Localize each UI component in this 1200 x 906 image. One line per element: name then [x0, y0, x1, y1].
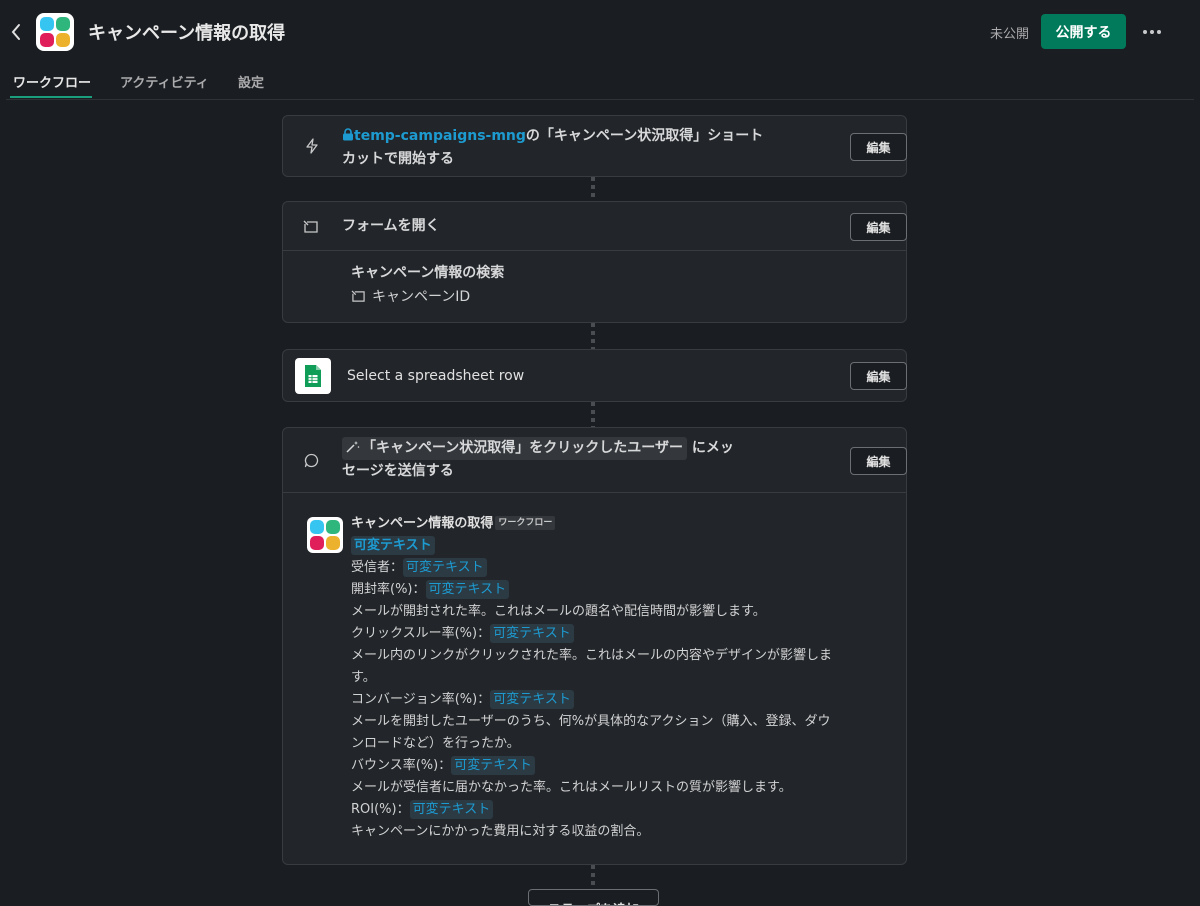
edit-button[interactable]: 編集: [850, 362, 907, 390]
more-icon-dot: [1157, 30, 1161, 34]
form-step-card[interactable]: フォームを開く 編集 キャンペーン情報の検索 キャンペーンID: [282, 201, 907, 323]
workflow-logo-icon: [310, 520, 340, 550]
sender-line: キャンペーン情報の取得 ワークフロー: [351, 513, 891, 535]
chevron-left-icon: [11, 24, 20, 40]
lock-icon: [342, 126, 354, 148]
roi-label: ROI(%)：: [351, 802, 410, 817]
cv-label: コンバージョン率(%)：: [351, 692, 491, 707]
bolt-icon: [303, 137, 321, 155]
form-step-title: フォームを開く: [342, 218, 440, 234]
app-logo: [36, 13, 74, 51]
variable-pill: 可変テキスト: [425, 580, 510, 599]
message-line: メールを開封したユーザーのうち、何%が具体的なアクション（購入、登録、ダウ: [351, 714, 831, 729]
message-line: バウンス率(%)： 可変テキスト: [351, 755, 891, 777]
trigger-user-pill-text: 「キャンペーン状況取得」をクリックしたユーザー: [362, 440, 684, 456]
message-line: 受信者： 可変テキスト: [351, 557, 891, 579]
more-icon-dot: [1143, 30, 1147, 34]
message-line: 可変テキスト: [351, 535, 891, 557]
edit-button[interactable]: 編集: [850, 447, 907, 475]
edit-button[interactable]: 編集: [850, 213, 907, 241]
form-icon: [351, 290, 366, 303]
variable-pill: 可変テキスト: [409, 800, 494, 819]
card-divider: [283, 250, 906, 251]
publish-button[interactable]: 公開する: [1041, 14, 1126, 49]
page-title: キャンペーン情報の取得: [88, 23, 286, 44]
card-divider: [283, 492, 906, 493]
publish-status: 未公開: [990, 27, 1030, 42]
variable-pill: 可変テキスト: [351, 536, 435, 555]
message-title-line2: セージを送信する: [342, 463, 454, 479]
trigger-text: の「キャンペーン状況取得」ショート: [525, 128, 764, 144]
tab-workflow[interactable]: ワークフロー: [13, 72, 91, 91]
message-line: ンロードなど）を行ったか。: [351, 736, 520, 751]
message-line: キャンペーンにかかった費用に対する収益の割合。: [351, 824, 650, 839]
open-rate-label: 開封率(%)：: [351, 582, 426, 597]
spreadsheet-step-card[interactable]: Select a spreadsheet row 編集: [282, 349, 907, 402]
form-icon: [302, 218, 320, 236]
more-icon-dot: [1150, 30, 1154, 34]
more-options-button[interactable]: [1138, 18, 1166, 46]
step-connector: [591, 865, 595, 889]
channel-link[interactable]: temp-campaigns-mng: [354, 128, 526, 144]
trigger-user-pill: 「キャンペーン状況取得」をクリックしたユーザー: [342, 437, 688, 460]
workflow-logo-icon: [40, 17, 70, 47]
variable-pill: 可変テキスト: [490, 690, 574, 709]
active-tab-indicator: [10, 96, 92, 98]
edit-button[interactable]: 編集: [850, 133, 907, 161]
sender-tag: ワークフロー: [495, 516, 556, 530]
tab-settings[interactable]: 設定: [238, 72, 264, 91]
header: キャンペーン情報の取得 未公開 公開する: [0, 0, 1200, 64]
sender-avatar: [307, 517, 343, 553]
message-line: クリックスルー率(%)： 可変テキスト: [351, 623, 891, 645]
step-connector: [591, 177, 595, 201]
form-field: キャンペーンID: [351, 286, 470, 306]
variable-pill: 可変テキスト: [403, 558, 487, 577]
message-line: メール内のリンクがクリックされた率。これはメールの内容やデザインが影響しま: [351, 648, 833, 663]
spreadsheet-step-title: Select a spreadsheet row: [347, 368, 525, 384]
trigger-step-card[interactable]: temp-campaigns-mngの「キャンペーン状況取得」ショート カットで…: [282, 115, 907, 177]
message-line: ROI(%)： 可変テキスト: [351, 799, 891, 821]
magic-wand-icon: [346, 438, 360, 460]
form-field-label: キャンペーンID: [372, 289, 471, 305]
sender-name: キャンペーン情報の取得: [351, 516, 494, 531]
message-line: す。: [351, 670, 376, 685]
add-step-button[interactable]: ステップを追加: [528, 889, 659, 906]
ctr-label: クリックスルー率(%)：: [351, 626, 491, 641]
tab-activity[interactable]: アクティビティ: [120, 72, 209, 91]
message-title-text: にメッ: [691, 440, 734, 456]
message-step-card[interactable]: 「キャンペーン状況取得」をクリックしたユーザー にメッ セージを送信する 編集 …: [282, 427, 907, 865]
message-preview: キャンペーン情報の取得 ワークフロー 可変テキスト 受信者： 可変テキスト 開封率(…: [351, 513, 891, 843]
message-line: メールが開封された率。これはメールの題名や配信時間が影響します。: [351, 604, 766, 619]
message-line: コンバージョン率(%)： 可変テキスト: [351, 689, 891, 711]
variable-pill: 可変テキスト: [490, 624, 574, 643]
message-line: 開封率(%)： 可変テキスト: [351, 579, 891, 601]
bounce-label: バウンス率(%)：: [351, 758, 452, 773]
trigger-text-line2: カットで開始する: [342, 151, 454, 167]
message-line: メールが受信者に届かなかった率。これはメールリストの質が影響します。: [351, 780, 792, 795]
trigger-step-title: temp-campaigns-mngの「キャンペーン状況取得」ショート カットで…: [342, 125, 782, 170]
tab-divider: [6, 99, 1194, 100]
form-name: キャンペーン情報の検索: [351, 265, 505, 281]
message-bubble-icon: [303, 452, 319, 468]
message-step-title: 「キャンペーン状況取得」をクリックしたユーザー にメッ セージを送信する: [342, 437, 792, 482]
variable-pill: 可変テキスト: [451, 756, 535, 775]
back-button[interactable]: [6, 18, 26, 46]
tab-bar: ワークフロー アクティビティ 設定: [0, 64, 1200, 100]
step-connector: [591, 323, 595, 349]
google-sheets-icon: [295, 358, 331, 394]
step-connector: [591, 402, 595, 427]
recipient-label: 受信者：: [351, 560, 404, 575]
